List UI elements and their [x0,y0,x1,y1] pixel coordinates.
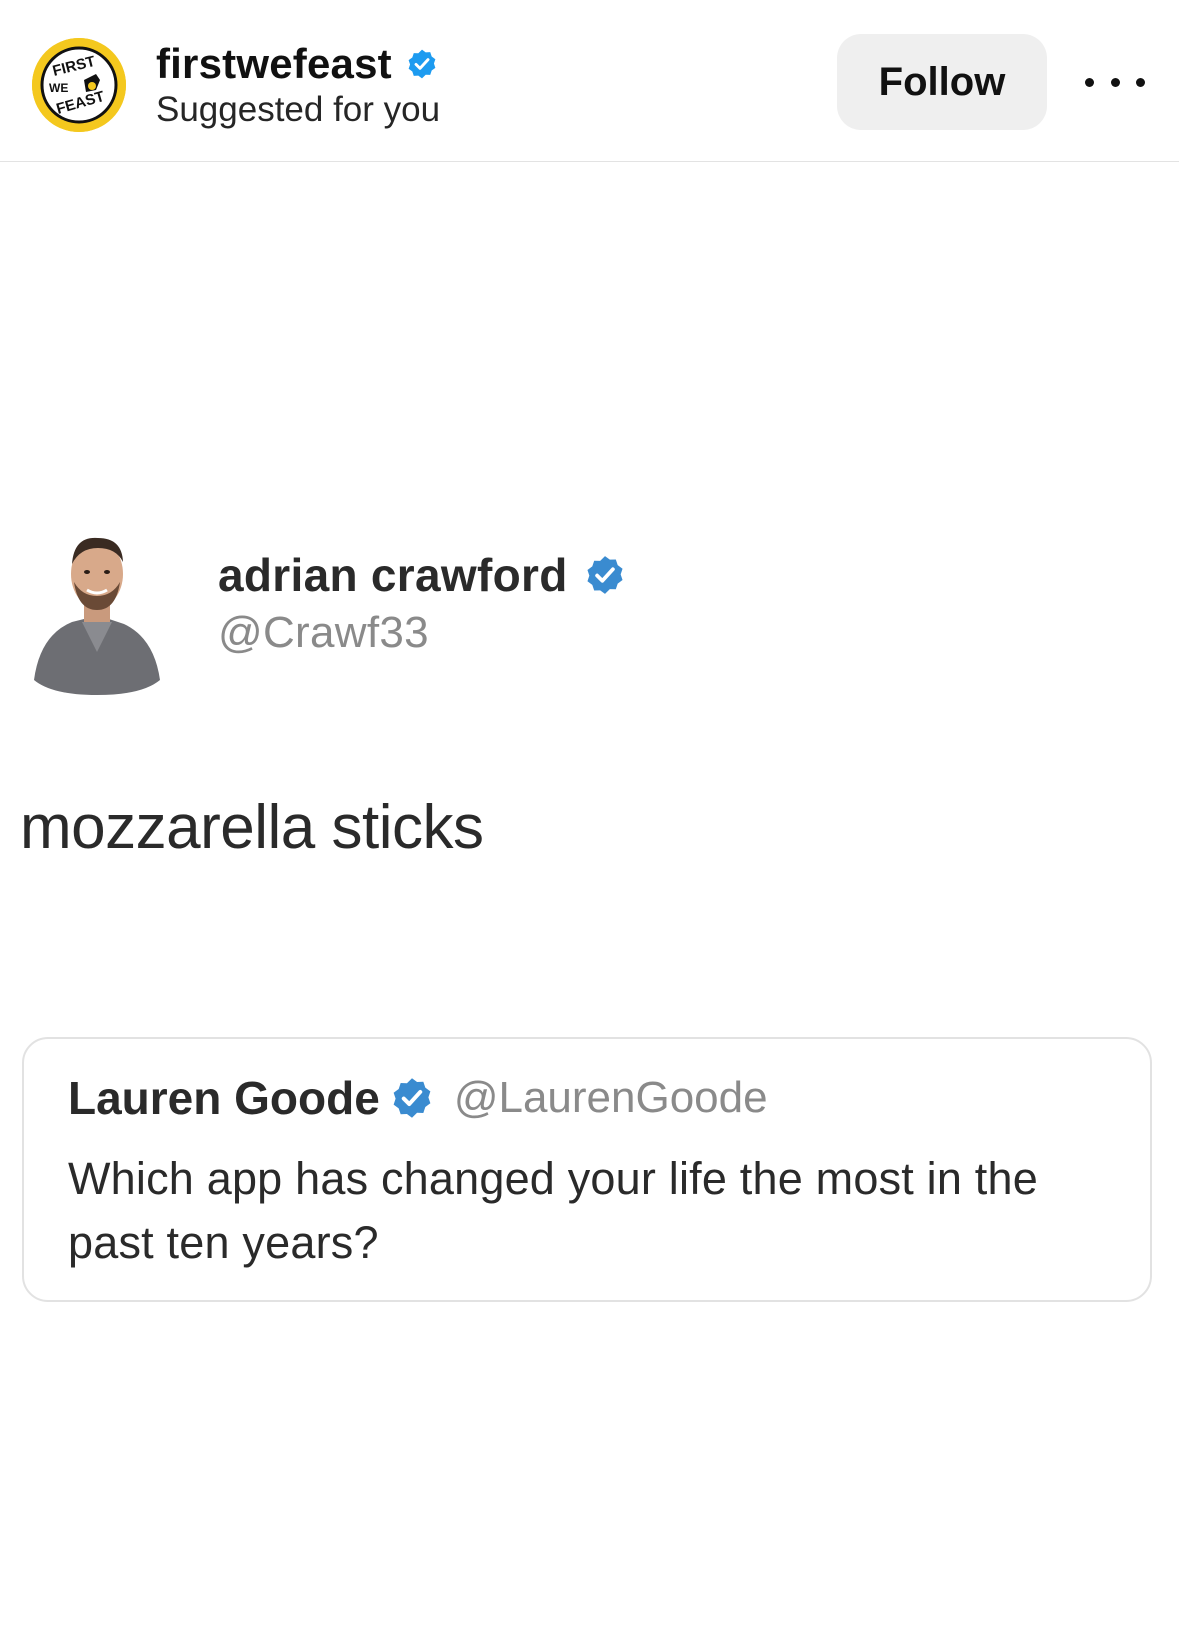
quoted-tweet-text: Which app has changed your life the most… [68,1153,1038,1268]
quoted-tweet-header: Lauren Goode @LaurenGoode [68,1069,768,1127]
tweet-author-avatar [32,530,162,695]
post-header: FIRST WE FEAST firstwefeast Suggested fo… [0,0,1179,162]
first-we-feast-logo: FIRST WE FEAST [32,38,126,132]
quoted-author-name: Lauren Goode [68,1072,380,1124]
account-name[interactable]: firstwefeast [156,40,392,88]
post-image[interactable] [0,162,1179,1652]
tweet-verified-icon [584,554,626,596]
quoted-tweet-card: Lauren Goode @LaurenGoode Which app has … [22,1037,1152,1302]
quoted-verified-icon [390,1076,434,1120]
follow-button[interactable]: Follow [837,34,1047,130]
verified-badge-icon [406,48,438,80]
suggested-for-you-label: Suggested for you [156,90,441,129]
tweet-author-row: adrian crawford [218,545,626,605]
tweet-text: mozzarella sticks [20,793,484,862]
account-avatar[interactable]: FIRST WE FEAST [32,38,126,132]
quoted-author-handle: @LaurenGoode [453,1073,768,1122]
tweet-author-handle: @Crawf33 [218,608,429,657]
more-options-icon[interactable] [1085,64,1145,100]
tweet-author-name: adrian crawford [218,549,568,601]
account-name-row[interactable]: firstwefeast [156,38,438,90]
svg-text:WE: WE [49,81,68,95]
